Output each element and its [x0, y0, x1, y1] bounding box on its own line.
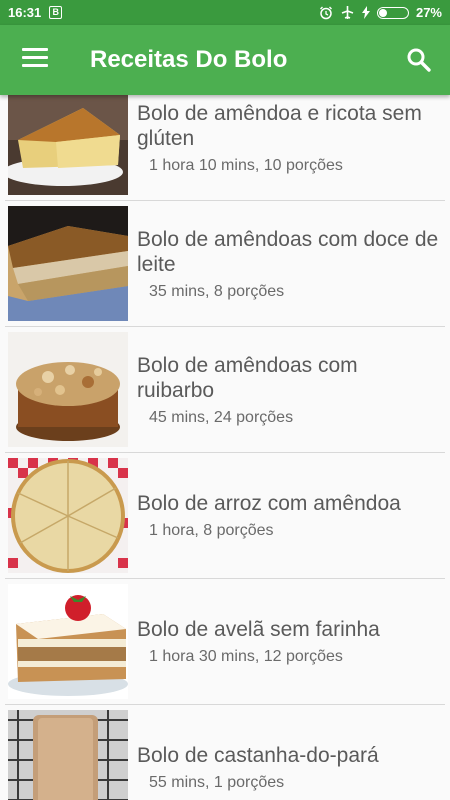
- recipe-name: Bolo de amêndoas com ruibarbo: [137, 353, 358, 402]
- status-bar: 16:31 B 27%: [0, 0, 450, 25]
- status-icons: 27%: [319, 5, 442, 20]
- recipe-item[interactable]: Bolo de amêndoas com ruibarbo 45 mins, 2…: [5, 327, 445, 453]
- recipe-meta: 55 mins, 1 porções: [149, 774, 285, 791]
- recipe-meta: 1 hora 30 mins, 12 porções: [149, 648, 343, 665]
- airplane-icon: [341, 6, 354, 19]
- recipe-item[interactable]: Bolo de avelã sem farinha 1 hora 30 mins…: [5, 579, 445, 705]
- recipe-meta: 1 hora, 8 porções: [149, 522, 274, 539]
- recipe-item[interactable]: Bolo de amêndoa e ricota sem glúten 1 ho…: [5, 95, 445, 201]
- recipe-item[interactable]: Bolo de arroz com amêndoa 1 hora, 8 porç…: [5, 453, 445, 579]
- recipe-meta: 35 mins, 8 porções: [149, 282, 285, 300]
- alarm-icon: [319, 6, 332, 19]
- recipe-name: Bolo de avelã sem farinha: [137, 618, 380, 641]
- recipe-meta: 1 hora 10 mins, 10 porções: [149, 156, 343, 174]
- recipe-thumbnail: [8, 710, 128, 800]
- recipe-list[interactable]: Bolo de amêndoa e ricota sem glúten 1 ho…: [0, 95, 450, 800]
- menu-icon[interactable]: [22, 48, 48, 72]
- battery-percent: 27%: [415, 5, 442, 20]
- recipe-item[interactable]: Bolo de castanha-do-pará 55 mins, 1 porç…: [5, 705, 445, 800]
- charging-icon: [361, 6, 370, 19]
- recipe-thumbnail: [8, 332, 128, 447]
- recipe-thumbnail: [8, 584, 128, 699]
- page-title: Receitas Do Bolo: [90, 46, 288, 73]
- recipe-name: Bolo de castanha-do-pará: [137, 744, 379, 767]
- notification-icon: B: [49, 6, 63, 19]
- recipe-name: Bolo de amêndoas com doce de leite: [137, 227, 439, 276]
- recipe-thumbnail: [8, 206, 128, 321]
- recipe-meta: 45 mins, 24 porções: [149, 408, 294, 426]
- recipe-item[interactable]: Bolo de amêndoas com doce de leite 35 mi…: [5, 201, 445, 327]
- battery-icon: [376, 6, 409, 19]
- recipe-name: Bolo de amêndoa e ricota sem glúten: [137, 101, 422, 150]
- status-time: 16:31: [8, 5, 42, 20]
- recipe-thumbnail: [8, 458, 128, 573]
- app-bar: Receitas Do Bolo: [0, 25, 450, 95]
- recipe-name: Bolo de arroz com amêndoa: [137, 492, 401, 515]
- search-icon[interactable]: [406, 47, 432, 73]
- recipe-thumbnail: [8, 95, 128, 195]
